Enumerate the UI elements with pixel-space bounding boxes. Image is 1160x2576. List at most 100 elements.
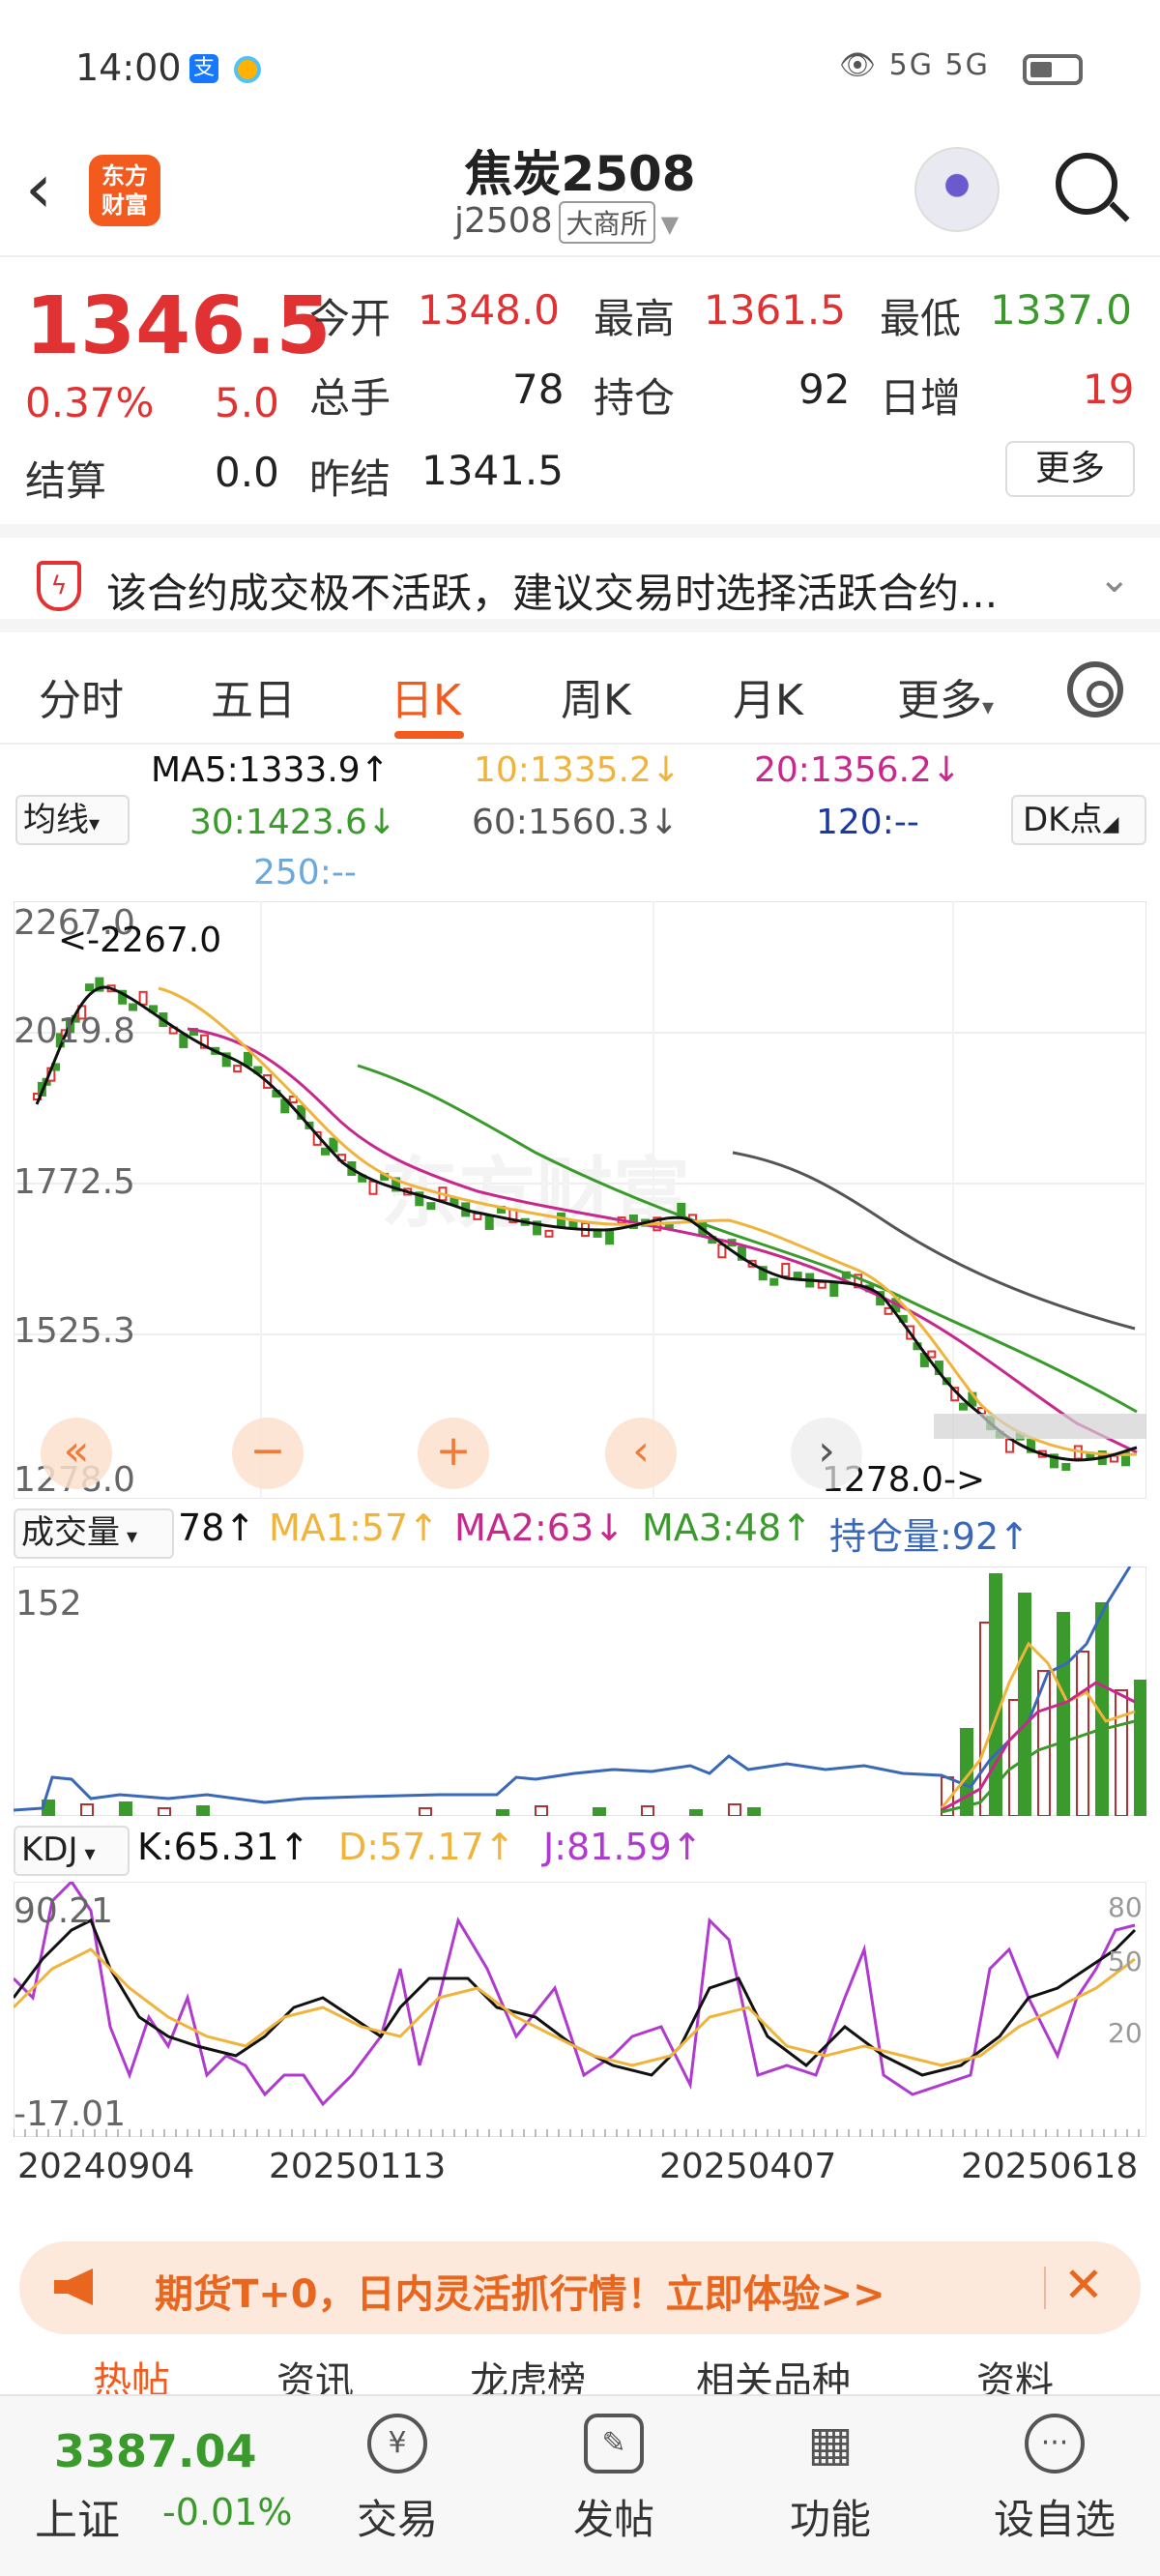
caret-down-icon[interactable]: ▼ <box>661 211 679 238</box>
yen-icon: ¥ <box>367 2414 427 2474</box>
volume-bar <box>535 1805 548 1816</box>
notice-text: 该合约成交极不活跃，建议交易时选择活跃合约... <box>106 570 999 617</box>
open-value: 1348.0 <box>418 286 560 334</box>
candle <box>368 1180 378 1195</box>
nav-functions[interactable]: ▦ 功能 <box>768 2414 893 2546</box>
date-label-3: 20250618 <box>961 2147 1139 2186</box>
peek-tab-1[interactable]: 资讯 <box>276 2350 354 2398</box>
contract-code[interactable]: j2508 大商所 ▼ <box>454 201 679 244</box>
content-tabs-peek: 热帖 资讯 龙虎榜 相关品种 资料 <box>0 2350 1160 2398</box>
candle <box>817 1280 826 1289</box>
pct-change: 0.37% <box>25 379 155 426</box>
nav-trade[interactable]: ¥ 交易 <box>334 2414 460 2546</box>
inactive-contract-notice[interactable]: ϟ 该合约成交极不活跃，建议交易时选择活跃合约... ⌄ <box>0 524 1160 632</box>
period-tabs: 分时 五日 日K 周K 月K 更多▾ <box>0 638 1160 745</box>
candlestick-chart[interactable]: 东方财富 2267.0 2019.8 1772.5 1525.3 1278.0 … <box>14 901 1146 1499</box>
candle <box>138 990 148 1006</box>
dk-point-button[interactable]: DK点◢ <box>1011 795 1146 845</box>
oi-label: 持仓 <box>594 374 676 422</box>
volume-bar <box>1057 1612 1070 1816</box>
prev-settle-label: 昨结 <box>309 455 392 503</box>
promo-text: 期货T+0，日内灵活抓行情！立即体验>> <box>155 2272 885 2317</box>
volume-chart[interactable]: 152 <box>14 1566 1146 1816</box>
move-left-icon[interactable]: ‹ <box>605 1418 677 1489</box>
caret-down-icon: ◢ <box>1102 812 1119 836</box>
ma20-legend: 20:1356.2↓ <box>754 750 962 790</box>
kdj-y-max: 90.21 <box>14 1891 113 1931</box>
candle <box>484 1215 494 1230</box>
kdj-d-legend: D:57.17↑ <box>338 1826 515 1868</box>
status-time: 14:00 <box>75 46 182 89</box>
date-label-2: 20250407 <box>659 2147 837 2186</box>
date-label-0: 20240904 <box>17 2147 195 2186</box>
volume-bar <box>1018 1593 1031 1816</box>
gear-icon[interactable] <box>1067 661 1123 717</box>
candle <box>769 1277 779 1286</box>
candle <box>244 1051 253 1067</box>
peek-tab-0[interactable]: 热帖 <box>93 2350 170 2398</box>
promo-banner[interactable]: 期货T+0，日内灵活抓行情！立即体验>> ✕ <box>19 2241 1141 2334</box>
peek-tab-4[interactable]: 资料 <box>976 2350 1054 2398</box>
nav-post-label: 发帖 <box>572 2496 654 2543</box>
zoom-out-icon[interactable]: − <box>232 1418 304 1489</box>
open-interest-legend: 持仓量:92↑ <box>829 1515 1030 1558</box>
candle <box>544 1229 554 1238</box>
search-icon[interactable] <box>1056 153 1117 215</box>
volume-highlight-band <box>934 1414 1146 1439</box>
grid-icon: ▦ <box>807 2415 854 2472</box>
tab-weekly-k[interactable]: 周K <box>561 665 631 727</box>
volume-value-legend: 78↑ <box>178 1507 256 1549</box>
vol-ma1-legend: MA1:57↑ <box>269 1507 439 1549</box>
nav-post[interactable]: ✎ 发帖 <box>551 2414 677 2546</box>
volume-bar <box>196 1805 210 1816</box>
y-tick-3: 1525.3 <box>14 1311 135 1351</box>
zoom-in-icon[interactable]: + <box>418 1418 489 1489</box>
candle <box>959 1402 969 1411</box>
candle <box>1061 1462 1071 1471</box>
candle <box>85 983 95 992</box>
nav-add-watchlist[interactable]: ··· 设自选 <box>992 2414 1117 2546</box>
volume-bar <box>689 1809 703 1816</box>
contract-code-text: j2508 <box>454 201 553 241</box>
chevron-down-icon[interactable]: ⌄ <box>1098 557 1131 601</box>
volume-y-max: 152 <box>15 1584 82 1624</box>
tab-monthly-k[interactable]: 月K <box>733 665 803 727</box>
volume-bar <box>641 1805 654 1816</box>
kdj-indicator-select[interactable]: KDJ ▾ <box>14 1826 130 1876</box>
date-label-1: 20250113 <box>269 2147 447 2186</box>
settle-label: 结算 <box>25 457 107 505</box>
tab-intraday[interactable]: 分时 <box>39 665 124 727</box>
tab-daily-k[interactable]: 日K <box>391 665 461 727</box>
edit-icon: ✎ <box>584 2414 644 2474</box>
ma-select-button[interactable]: 均线▾ <box>15 795 130 845</box>
candle <box>781 1263 791 1278</box>
ma-select-label: 均线 <box>23 801 89 839</box>
signal-icon: 👁 5G 5G <box>839 48 990 82</box>
volume-indicator-label: 成交量 <box>21 1513 120 1552</box>
tab-five-day[interactable]: 五日 <box>211 665 296 727</box>
more-dots-icon: ··· <box>1025 2414 1085 2474</box>
close-icon[interactable]: ✕ <box>1063 2257 1104 2313</box>
volume-bar <box>80 1803 94 1816</box>
candle <box>426 1202 436 1211</box>
tab-more[interactable]: 更多▾ <box>897 665 994 727</box>
peek-tab-2[interactable]: 龙虎榜 <box>470 2350 586 2398</box>
index-name: 上证 <box>35 2496 120 2545</box>
quote-panel: 1346.5 0.37% 5.0 结算 0.0 今开 1348.0 最高 136… <box>0 259 1160 520</box>
status-bar: 14:00 支 👁 5G 5G <box>0 0 1160 126</box>
volume-indicator-select[interactable]: 成交量 ▾ <box>14 1508 174 1559</box>
assistant-robot-icon[interactable] <box>914 147 1000 232</box>
more-quote-button[interactable]: 更多 <box>1005 441 1135 497</box>
ma5-legend: MA5:1333.9↑ <box>151 750 390 790</box>
volume-bar <box>728 1803 741 1816</box>
oi-value: 92 <box>798 366 851 413</box>
settle-value: 0.0 <box>215 449 279 496</box>
move-right-icon[interactable]: › <box>791 1418 862 1489</box>
alipay-icon: 支 <box>189 54 218 83</box>
rewind-icon[interactable]: « <box>41 1418 112 1489</box>
peek-tab-3[interactable]: 相关品种 <box>696 2350 851 2398</box>
kdj-chart[interactable]: 90.21 -17.01 80 50 20 <box>14 1882 1146 2137</box>
ma30-legend: 30:1423.6↓ <box>189 803 397 842</box>
kdj-indicator-label: KDJ <box>21 1830 78 1869</box>
last-price: 1346.5 <box>25 280 332 372</box>
